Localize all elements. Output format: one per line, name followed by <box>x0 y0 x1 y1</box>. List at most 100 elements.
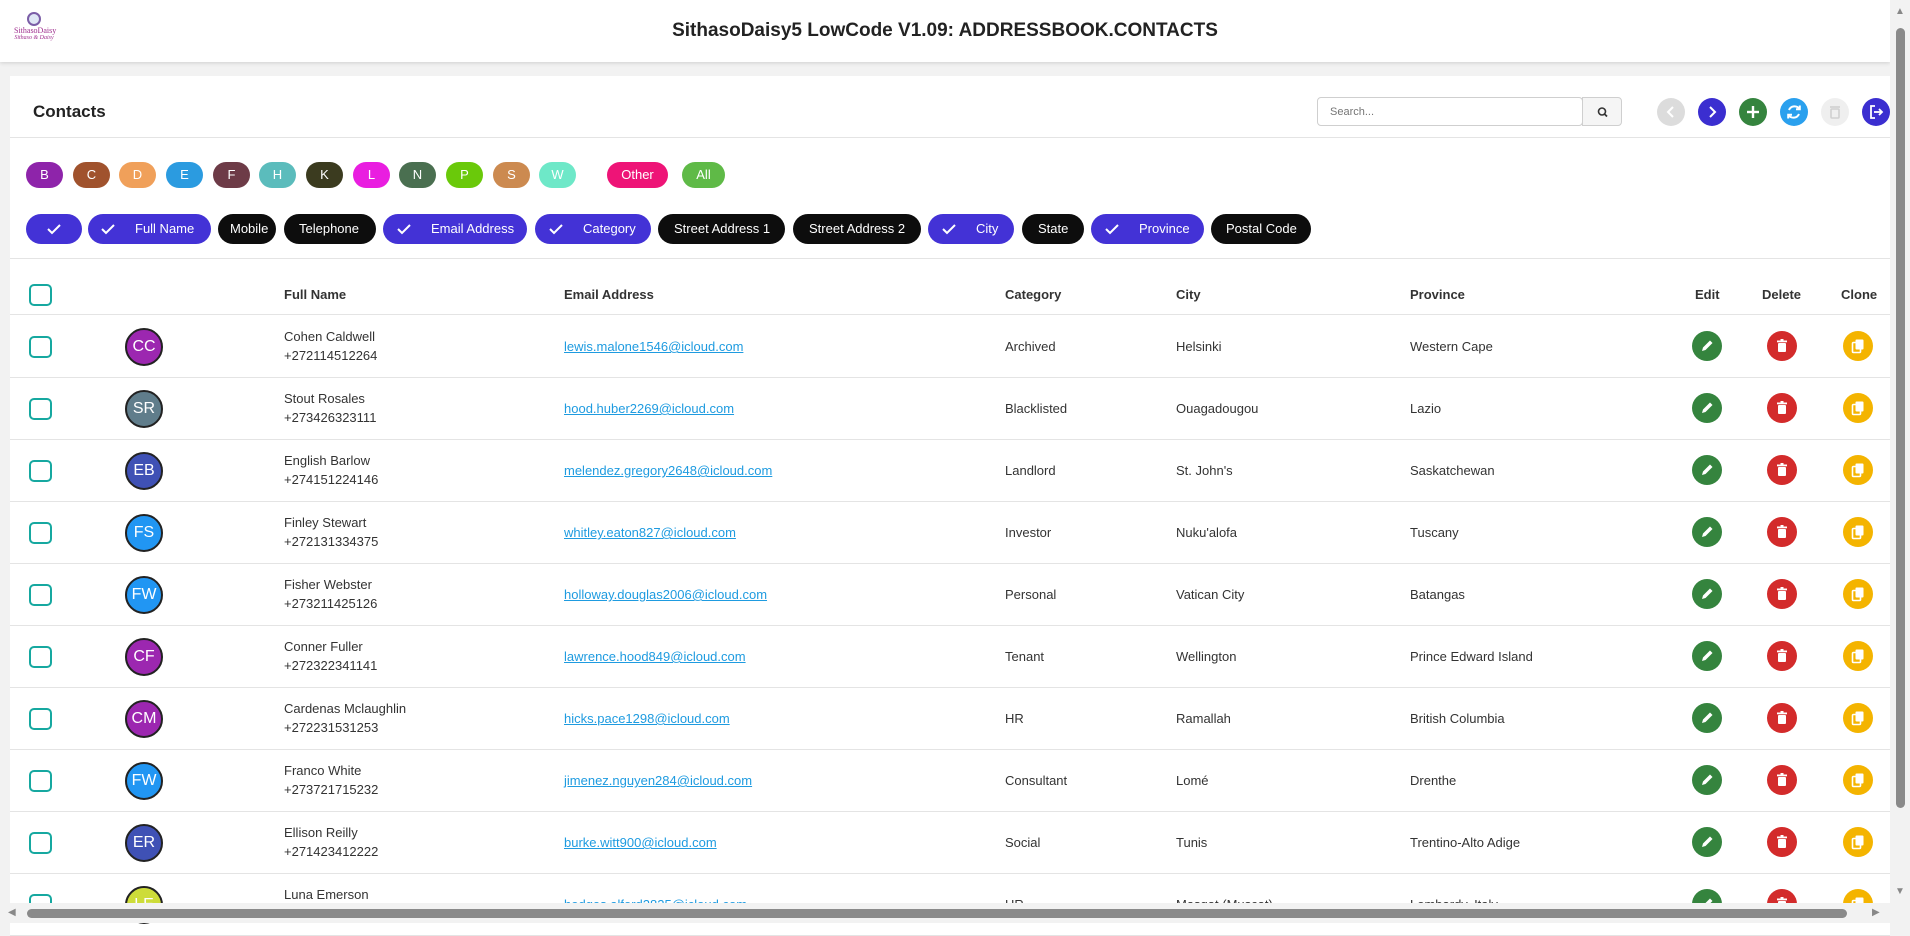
column-toggle-telephone[interactable]: Telephone <box>284 214 376 244</box>
vertical-scrollbar-thumb[interactable] <box>1896 28 1905 808</box>
search-button[interactable] <box>1582 97 1622 126</box>
letter-filter-l[interactable]: L <box>353 162 390 188</box>
clone-button[interactable] <box>1843 393 1873 423</box>
edit-button[interactable] <box>1692 517 1722 547</box>
edit-button[interactable] <box>1692 703 1722 733</box>
refresh-button[interactable] <box>1780 98 1808 126</box>
letter-filter-e[interactable]: E <box>166 162 203 188</box>
column-toggle-street-address-2[interactable]: Street Address 2 <box>793 214 921 244</box>
edit-button[interactable] <box>1692 455 1722 485</box>
column-toggle-email-address[interactable]: Email Address <box>383 214 527 244</box>
table-row[interactable]: CF Conner Fuller +272322341141 lawrence.hoo… <box>10 626 1890 688</box>
contact-email-link[interactable]: whitley.eaton827@icloud.com <box>564 525 736 540</box>
header-city[interactable]: City <box>1176 287 1201 302</box>
delete-button[interactable] <box>1767 455 1797 485</box>
letter-filter-h[interactable]: H <box>259 162 296 188</box>
row-checkbox[interactable] <box>29 708 52 730</box>
row-checkbox[interactable] <box>29 336 52 358</box>
row-checkbox[interactable] <box>29 832 52 854</box>
column-toggle-select[interactable] <box>26 214 82 244</box>
table-row[interactable]: FS Finley Stewart +272131334375 whitley.eat… <box>10 502 1890 564</box>
header-email-address[interactable]: Email Address <box>564 287 654 302</box>
column-toggle-province[interactable]: Province <box>1091 214 1204 244</box>
row-checkbox[interactable] <box>29 398 52 420</box>
column-toggle-category[interactable]: Category <box>535 214 651 244</box>
scroll-up-arrow-icon[interactable]: ▲ <box>1895 6 1905 17</box>
contact-email-link[interactable]: melendez.gregory2648@icloud.com <box>564 463 772 478</box>
delete-button[interactable] <box>1767 641 1797 671</box>
vertical-scrollbar[interactable]: ▲ ▼ <box>1890 0 1910 923</box>
row-checkbox[interactable] <box>29 460 52 482</box>
letter-filter-all[interactable]: All <box>682 162 725 188</box>
letter-filter-p[interactable]: P <box>446 162 483 188</box>
contact-email-link[interactable]: holloway.douglas2006@icloud.com <box>564 587 767 602</box>
table-row[interactable]: FW Fisher Webster +273211425126 holloway.do… <box>10 564 1890 626</box>
letter-filter-k[interactable]: K <box>306 162 343 188</box>
add-contact-button[interactable] <box>1739 98 1767 126</box>
column-toggle-street-address-1[interactable]: Street Address 1 <box>658 214 785 244</box>
table-row[interactable]: EB English Barlow +274151224146 melendez.gr… <box>10 440 1890 502</box>
contact-email-link[interactable]: hood.huber2269@icloud.com <box>564 401 734 416</box>
letter-filter-s[interactable]: S <box>493 162 530 188</box>
column-toggle-state[interactable]: State <box>1022 214 1084 244</box>
prev-page-button[interactable] <box>1657 98 1685 126</box>
letter-filter-c[interactable]: C <box>73 162 110 188</box>
column-toggle-city[interactable]: City <box>928 214 1014 244</box>
clone-button[interactable] <box>1843 765 1873 795</box>
scroll-right-arrow-icon[interactable]: ▶ <box>1872 907 1880 918</box>
scroll-down-arrow-icon[interactable]: ▼ <box>1895 886 1905 897</box>
clone-button[interactable] <box>1843 579 1873 609</box>
search-input[interactable] <box>1317 97 1583 126</box>
delete-button[interactable] <box>1767 517 1797 547</box>
letter-filter-n[interactable]: N <box>399 162 436 188</box>
contact-email-link[interactable]: lewis.malone1546@icloud.com <box>564 339 743 354</box>
delete-button[interactable] <box>1767 393 1797 423</box>
clone-button[interactable] <box>1843 331 1873 361</box>
logout-button[interactable] <box>1862 98 1890 126</box>
horizontal-scrollbar-thumb[interactable] <box>27 909 1847 918</box>
edit-button[interactable] <box>1692 393 1722 423</box>
column-toggle-full-name[interactable]: Full Name <box>88 214 211 244</box>
edit-button[interactable] <box>1692 765 1722 795</box>
header-category[interactable]: Category <box>1005 287 1061 302</box>
horizontal-scrollbar[interactable]: ◀ ▶ <box>0 903 1890 923</box>
delete-button[interactable] <box>1767 765 1797 795</box>
letter-filter-w[interactable]: W <box>539 162 576 188</box>
next-page-button[interactable] <box>1698 98 1726 126</box>
table-row[interactable]: CM Cardenas Mclaughlin +272231531253 hicks.… <box>10 688 1890 750</box>
table-row[interactable]: FW Franco White +273721715232 jimenez.nguye… <box>10 750 1890 812</box>
delete-button[interactable] <box>1767 579 1797 609</box>
edit-button[interactable] <box>1692 641 1722 671</box>
row-checkbox[interactable] <box>29 522 52 544</box>
table-row[interactable]: CC Cohen Caldwell +272114512264 lewis.malon… <box>10 316 1890 378</box>
select-all-checkbox[interactable] <box>29 284 52 306</box>
table-row[interactable]: ER Ellison Reilly +271423412222 burke.witt9… <box>10 812 1890 874</box>
edit-button[interactable] <box>1692 331 1722 361</box>
delete-button[interactable] <box>1767 703 1797 733</box>
contact-email-link[interactable]: lawrence.hood849@icloud.com <box>564 649 746 664</box>
delete-selected-button[interactable] <box>1821 98 1849 126</box>
delete-button[interactable] <box>1767 331 1797 361</box>
contact-email-link[interactable]: jimenez.nguyen284@icloud.com <box>564 773 752 788</box>
header-full-name[interactable]: Full Name <box>284 287 346 302</box>
contact-email-link[interactable]: hicks.pace1298@icloud.com <box>564 711 730 726</box>
delete-button[interactable] <box>1767 827 1797 857</box>
table-row[interactable]: SR Stout Rosales +273426323111 hood.huber22… <box>10 378 1890 440</box>
letter-filter-b[interactable]: B <box>26 162 63 188</box>
edit-button[interactable] <box>1692 827 1722 857</box>
edit-button[interactable] <box>1692 579 1722 609</box>
contact-email-link[interactable]: burke.witt900@icloud.com <box>564 835 717 850</box>
row-checkbox[interactable] <box>29 770 52 792</box>
clone-button[interactable] <box>1843 455 1873 485</box>
row-checkbox[interactable] <box>29 646 52 668</box>
row-checkbox[interactable] <box>29 584 52 606</box>
scroll-left-arrow-icon[interactable]: ◀ <box>8 907 16 918</box>
header-province[interactable]: Province <box>1410 287 1465 302</box>
letter-filter-d[interactable]: D <box>119 162 156 188</box>
column-toggle-mobile[interactable]: Mobile <box>218 214 276 244</box>
column-toggle-postal-code[interactable]: Postal Code <box>1211 214 1311 244</box>
clone-button[interactable] <box>1843 517 1873 547</box>
clone-button[interactable] <box>1843 703 1873 733</box>
clone-button[interactable] <box>1843 641 1873 671</box>
letter-filter-f[interactable]: F <box>213 162 250 188</box>
